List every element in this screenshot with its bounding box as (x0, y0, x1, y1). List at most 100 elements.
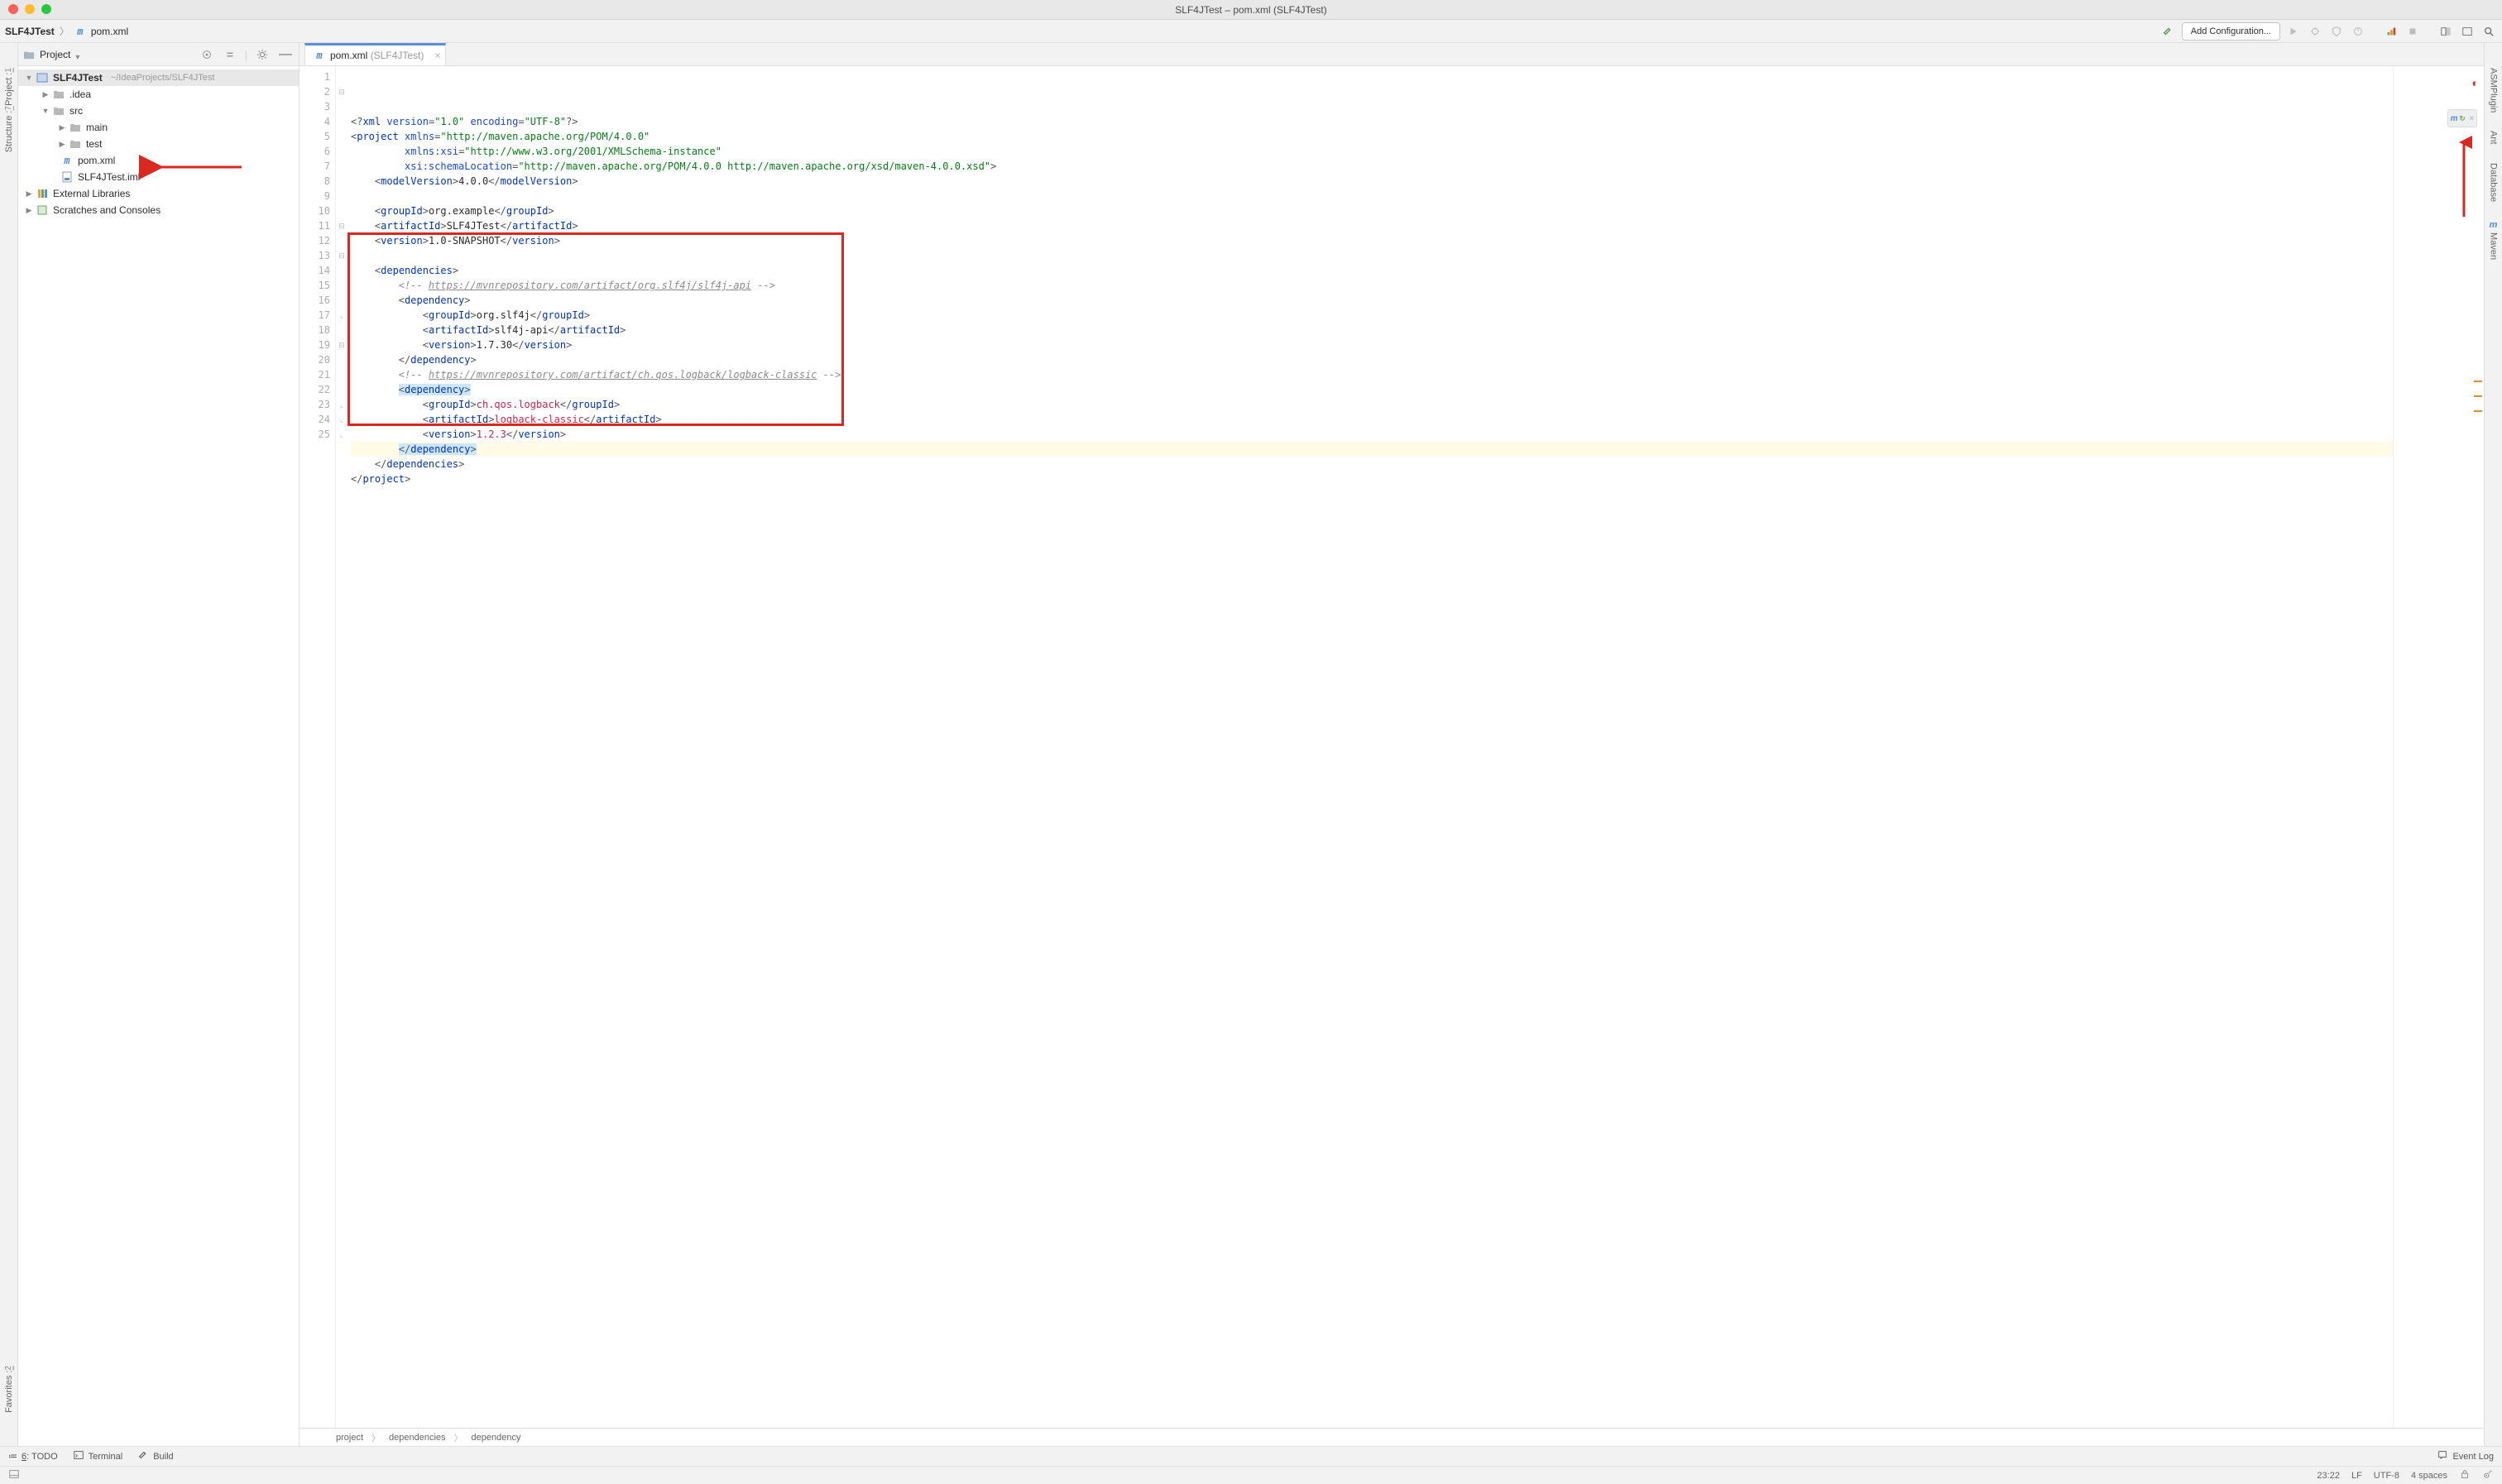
code-line[interactable]: <groupId>org.example</groupId> (351, 203, 2393, 218)
project-panel-header: Project | — (18, 43, 299, 66)
tool-window-structure[interactable]: Structure :7 (4, 106, 14, 152)
locate-icon[interactable] (199, 46, 215, 63)
terminal-tool-button[interactable]: Terminal (73, 1449, 123, 1463)
maven-reload-badge[interactable]: m↻× (2447, 109, 2477, 127)
tree-node-scratches[interactable]: ▶ Scratches and Consoles (18, 202, 299, 218)
code-line[interactable]: <?xml version="1.0" encoding="UTF-8"?> (351, 114, 2393, 129)
minimize-window-button[interactable] (25, 4, 35, 14)
profiler-icon[interactable] (2350, 23, 2366, 40)
tool-window-asmplugin[interactable]: ASMPlugin (2489, 68, 2499, 112)
code-line[interactable]: <artifactId>logback-classic</artifactId> (351, 412, 2393, 427)
window-controls (8, 4, 51, 14)
tab-pom-xml[interactable]: m pom.xml (SLF4JTest) × (304, 43, 446, 65)
code-line[interactable]: <!-- https://mvnrepository.com/artifact/… (351, 278, 2393, 293)
code-line[interactable]: <modelVersion>4.0.0</modelVersion> (351, 174, 2393, 189)
code-line[interactable]: <groupId>ch.qos.logback</groupId> (351, 397, 2393, 412)
problems-indicator-icon[interactable]: ◐ (2472, 76, 2479, 89)
code-line[interactable] (351, 248, 2393, 263)
code-line[interactable]: </dependencies> (351, 457, 2393, 472)
breadcrumb-item[interactable]: dependency (472, 1433, 521, 1443)
bottom-tool-bar: ≔ 6: TODO Terminal Build Event Log (0, 1446, 2502, 1466)
error-marker[interactable] (2474, 410, 2482, 412)
indent-setting[interactable]: 4 spaces (2411, 1471, 2447, 1481)
breadcrumb-project[interactable]: SLF4JTest (5, 26, 55, 37)
fold-column[interactable]: ⊟⊟⊟⌞⊟⌞⌞⌞ (336, 66, 348, 1428)
tool-window-project[interactable]: Project :1 (4, 68, 14, 106)
tool-window-maven[interactable]: m Maven (2489, 220, 2499, 260)
tree-node-test[interactable]: ▶ test (18, 136, 299, 152)
chevron-down-icon[interactable] (75, 50, 83, 58)
tree-node-src[interactable]: ▼ src (18, 103, 299, 119)
left-tool-strip: Project :1Structure :7 Favorites :2 (0, 43, 18, 1446)
code-line[interactable]: </dependency> (351, 352, 2393, 367)
file-encoding[interactable]: UTF-8 (2374, 1471, 2399, 1481)
code-line[interactable]: <!-- https://mvnrepository.com/artifact/… (351, 367, 2393, 382)
close-badge-icon[interactable]: × (2470, 114, 2475, 123)
window-titlebar: SLF4JTest – pom.xml (SLF4JTest) (0, 0, 2502, 20)
code-line[interactable]: </project> (351, 472, 2393, 486)
build-icon[interactable] (2160, 23, 2177, 40)
code-line[interactable]: xsi:schemaLocation="http://maven.apache.… (351, 159, 2393, 174)
zoom-window-button[interactable] (41, 4, 51, 14)
code-line[interactable]: <version>1.0-SNAPSHOT</version> (351, 233, 2393, 248)
search-everywhere-icon[interactable] (2480, 23, 2497, 40)
gear-icon[interactable] (254, 46, 271, 63)
annotation-up-arrow-icon (2456, 134, 2472, 227)
code-line[interactable]: <dependency> (351, 382, 2393, 397)
hide-icon[interactable]: — (277, 46, 294, 63)
code-editor[interactable]: 1234567891011121314151617181920212223242… (300, 66, 2393, 1428)
code-line[interactable]: <artifactId>SLF4JTest</artifactId> (351, 218, 2393, 233)
libraries-icon (36, 188, 48, 199)
coverage-icon[interactable] (2328, 23, 2345, 40)
git-icon[interactable] (2437, 23, 2454, 40)
readonly-lock-icon[interactable] (2459, 1468, 2471, 1482)
code-line[interactable]: <version>1.7.30</version> (351, 337, 2393, 352)
folder-icon (53, 89, 65, 100)
folder-icon (70, 138, 81, 150)
code-content[interactable]: <?xml version="1.0" encoding="UTF-8"?><p… (348, 66, 2393, 1428)
stop-icon[interactable] (2404, 23, 2421, 40)
code-line[interactable]: xmlns:xsi="http://www.w3.org/2001/XMLSch… (351, 144, 2393, 159)
folder-icon (53, 105, 65, 117)
close-tab-icon[interactable]: × (434, 50, 440, 61)
code-line[interactable]: <project xmlns="http://maven.apache.org/… (351, 129, 2393, 144)
navigation-bar: SLF4JTest 〉 m pom.xml Add Configuration.… (0, 20, 2502, 43)
code-line[interactable]: <artifactId>slf4j-api</artifactId> (351, 323, 2393, 337)
todo-tool-button[interactable]: ≔ 6: TODO (8, 1451, 58, 1462)
error-marker[interactable] (2474, 381, 2482, 382)
code-line[interactable]: <groupId>org.slf4j</groupId> (351, 308, 2393, 323)
code-line[interactable]: <dependency> (351, 293, 2393, 308)
code-line[interactable] (351, 189, 2393, 203)
inspections-icon[interactable] (2482, 1468, 2494, 1482)
attach-icon[interactable] (2383, 23, 2399, 40)
expand-all-icon[interactable] (222, 46, 238, 63)
breadcrumb-item[interactable]: dependencies (389, 1433, 446, 1443)
split-icon[interactable] (2459, 23, 2476, 40)
error-marker[interactable] (2474, 395, 2482, 397)
run-icon[interactable] (2285, 23, 2302, 40)
line-separator[interactable]: LF (2351, 1471, 2362, 1481)
project-view-label[interactable]: Project (40, 49, 70, 60)
code-line[interactable]: <version>1.2.3</version> (351, 427, 2393, 442)
breadcrumb-item[interactable]: project (336, 1433, 363, 1443)
tree-node-main[interactable]: ▶ main (18, 119, 299, 136)
code-line[interactable]: <dependencies> (351, 263, 2393, 278)
error-stripe[interactable]: ◐ m↻× (2393, 66, 2484, 1428)
build-tool-button[interactable]: Build (137, 1449, 173, 1463)
event-log-button[interactable]: Event Log (2437, 1449, 2494, 1463)
tree-node-external-libraries[interactable]: ▶ External Libraries (18, 185, 299, 202)
add-configuration-button[interactable]: Add Configuration... (2182, 22, 2280, 41)
tree-node-idea[interactable]: ▶ .idea (18, 86, 299, 103)
project-tree[interactable]: ▼ SLF4JTest ~/IdeaProjects/SLF4JTest ▶ .… (18, 66, 299, 1446)
hammer-icon (137, 1449, 149, 1463)
code-line[interactable]: </dependency> (351, 442, 2393, 457)
tool-windows-icon[interactable] (8, 1472, 20, 1482)
tool-window-ant[interactable]: Ant (2489, 131, 2499, 145)
breadcrumb-file[interactable]: pom.xml (91, 26, 128, 37)
debug-icon[interactable] (2307, 23, 2323, 40)
tool-window-database[interactable]: Database (2489, 163, 2499, 202)
caret-position[interactable]: 23:22 (2317, 1471, 2340, 1481)
tool-window-favorites[interactable]: Favorites :2 (4, 1366, 14, 1413)
tree-node-root[interactable]: ▼ SLF4JTest ~/IdeaProjects/SLF4JTest (18, 69, 299, 86)
close-window-button[interactable] (8, 4, 18, 14)
